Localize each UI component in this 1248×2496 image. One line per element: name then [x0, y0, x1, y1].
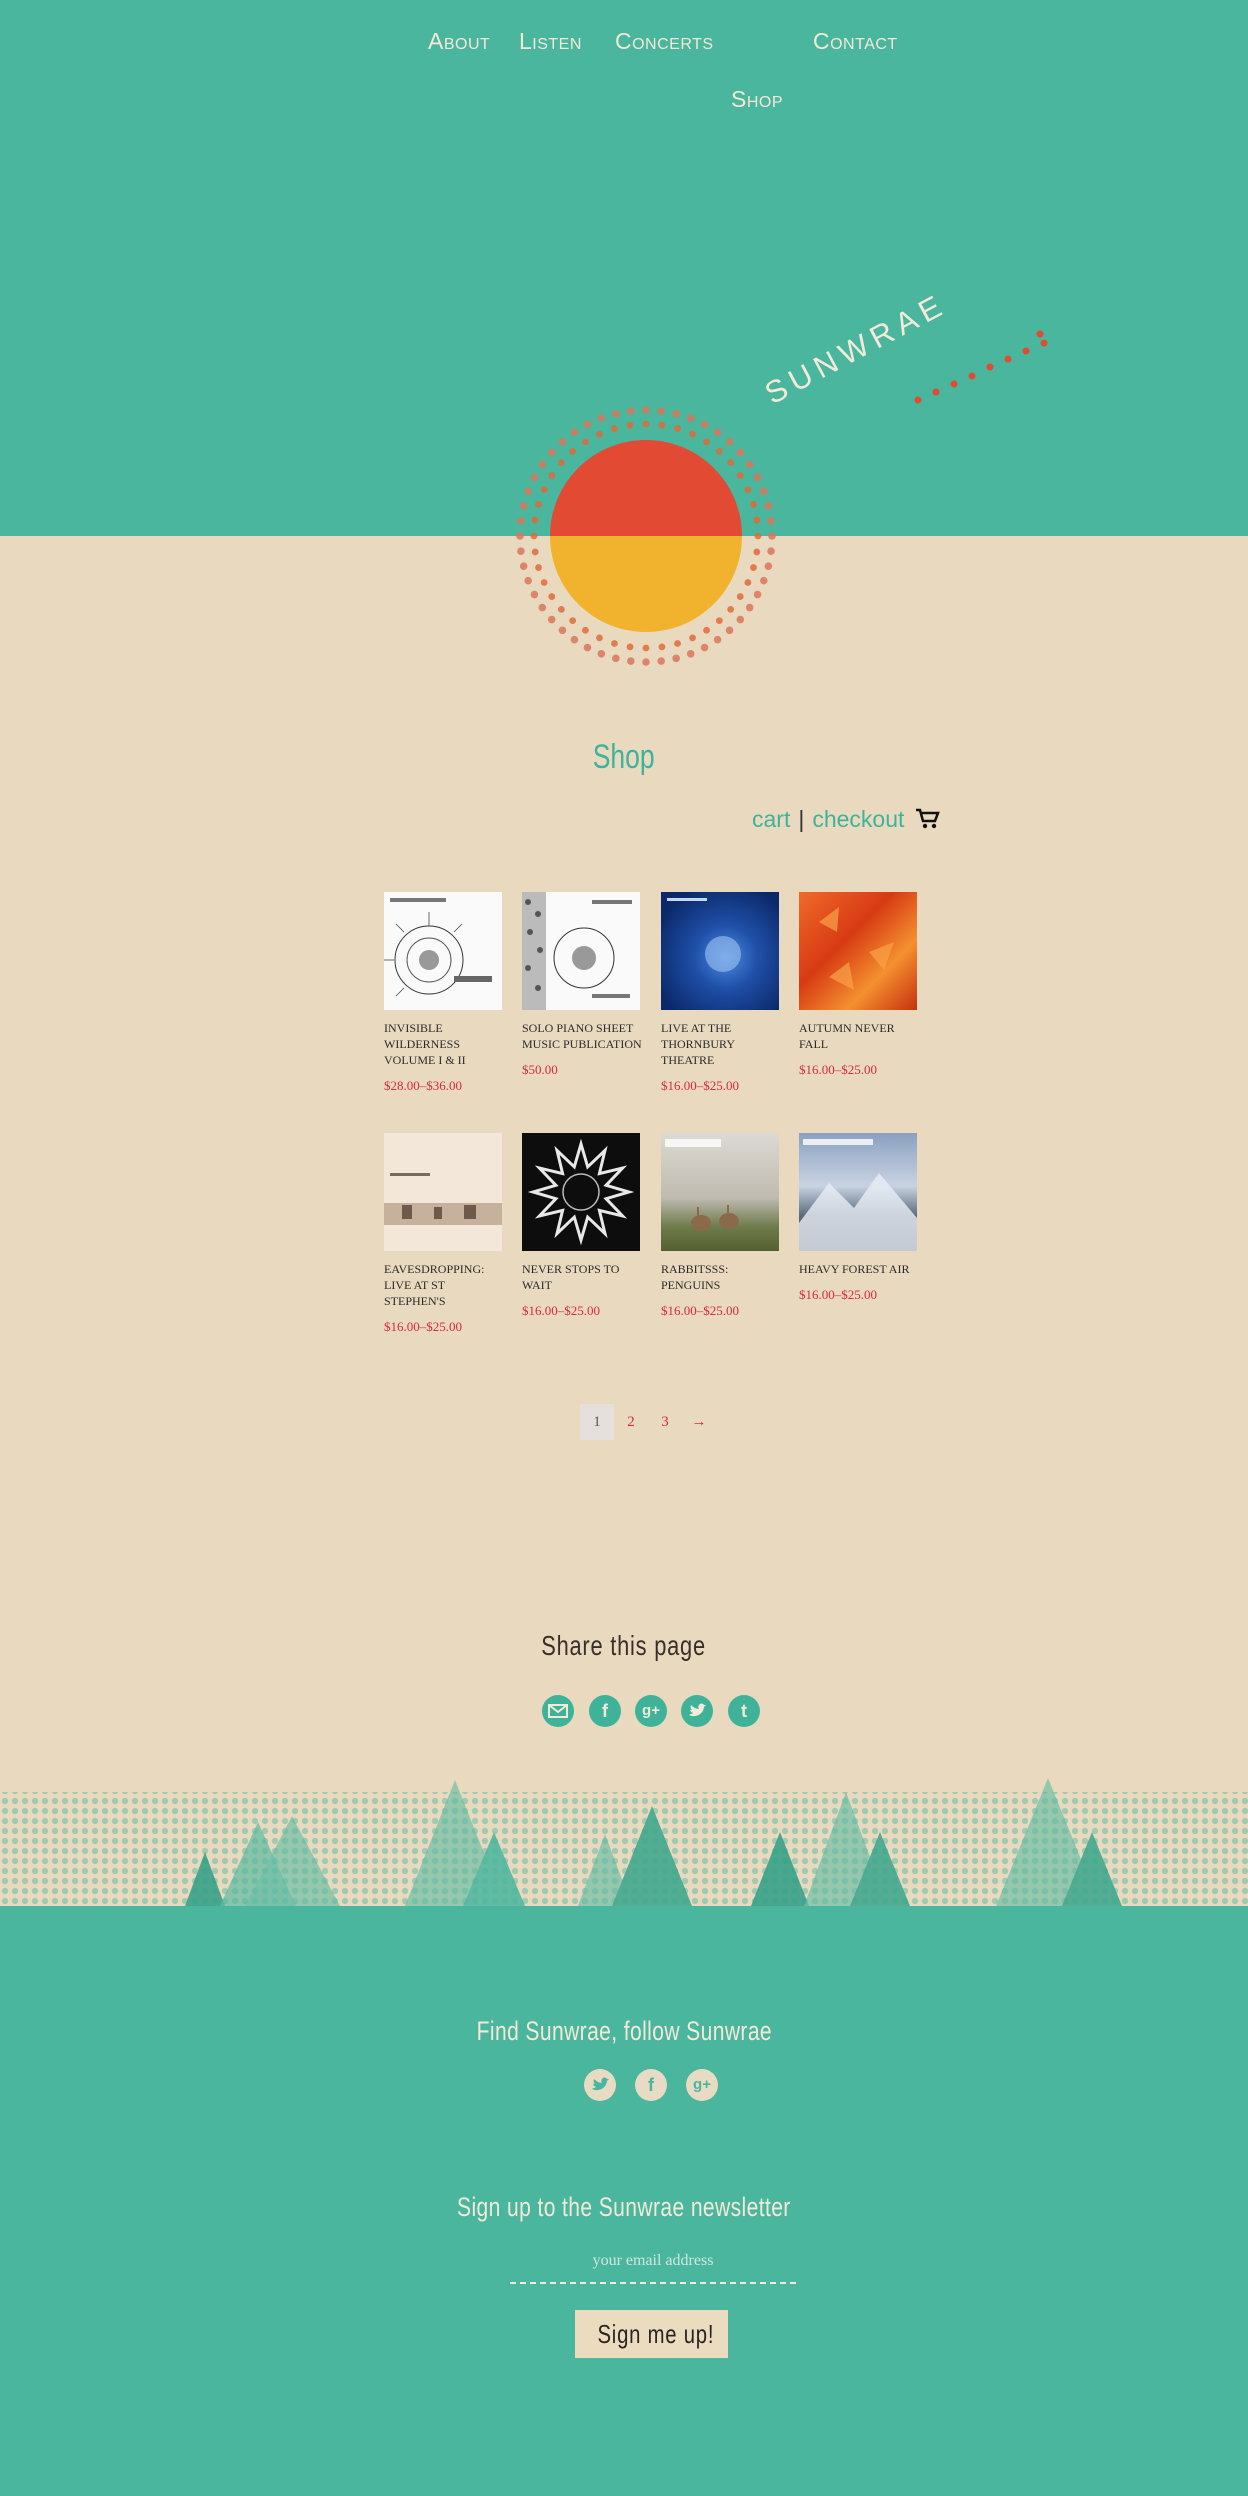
nav-concerts[interactable]: Concerts	[615, 28, 714, 55]
product-name[interactable]: SOLO PIANO SHEET MUSIC PUBLICATION	[522, 1020, 642, 1052]
product-price: $16.00–$25.00	[661, 1303, 739, 1318]
email-field[interactable]	[510, 2240, 796, 2284]
product-card[interactable]: NEVER STOPS TO WAIT $16.00–$25.00	[522, 1133, 642, 1319]
newsletter-title: Sign up to the Sunwrae newsletter	[457, 2192, 791, 2222]
product-price: $16.00–$25.00	[799, 1287, 877, 1302]
product-card[interactable]: EAVESDROPPING: LIVE AT ST STEPHEN'S $16.…	[384, 1133, 504, 1335]
product-thumbnail[interactable]	[522, 892, 640, 1010]
product-thumbnail[interactable]	[799, 892, 917, 1010]
google-plus-icon[interactable]: g+	[635, 1695, 667, 1727]
product-name[interactable]: RABBITSSS: PENGUINS	[661, 1261, 781, 1293]
product-name[interactable]: HEAVY FOREST AIR	[799, 1261, 919, 1277]
twitter-icon[interactable]	[681, 1695, 713, 1727]
product-name[interactable]: LIVE AT THE THORNBURY THEATRE	[661, 1020, 781, 1068]
product-thumbnail[interactable]	[661, 1133, 779, 1251]
cart-links: cart | checkout	[752, 806, 941, 833]
product-thumbnail[interactable]	[384, 1133, 502, 1251]
email-icon[interactable]	[542, 1695, 574, 1727]
product-card[interactable]: RABBITSSS: PENGUINS $16.00–$25.00	[661, 1133, 781, 1319]
follow-title: Find Sunwrae, follow Sunwrae	[476, 2016, 772, 2046]
product-card[interactable]: HEAVY FOREST AIR $16.00–$25.00	[799, 1133, 919, 1303]
twitter-icon[interactable]	[584, 2069, 616, 2101]
product-card[interactable]: AUTUMN NEVER FALL $16.00–$25.00	[799, 892, 919, 1078]
product-price: $28.00–$36.00	[384, 1078, 462, 1093]
product-name[interactable]: NEVER STOPS TO WAIT	[522, 1261, 642, 1293]
signup-button[interactable]: Sign me up!	[575, 2310, 728, 2358]
product-card[interactable]: INVISIBLE WILDERNESS VOLUME I & II $28.0…	[384, 892, 504, 1094]
nav-shop[interactable]: Shop	[731, 86, 783, 113]
product-thumbnail[interactable]	[799, 1133, 917, 1251]
page-3-link[interactable]: 3	[648, 1404, 682, 1440]
product-price: $16.00–$25.00	[661, 1078, 739, 1093]
tumblr-icon[interactable]: t	[728, 1695, 760, 1727]
product-price: $16.00–$25.00	[384, 1319, 462, 1334]
brand-dot-trail	[914, 330, 1048, 404]
product-price: $16.00–$25.00	[522, 1303, 600, 1318]
product-card[interactable]: SOLO PIANO SHEET MUSIC PUBLICATION $50.0…	[522, 892, 642, 1078]
product-thumbnail[interactable]	[661, 892, 779, 1010]
google-plus-icon[interactable]: g+	[686, 2069, 718, 2101]
product-thumbnail[interactable]	[522, 1133, 640, 1251]
share-title: Share this page	[541, 1630, 707, 1661]
product-card[interactable]: LIVE AT THE THORNBURY THEATRE $16.00–$25…	[661, 892, 781, 1094]
nav-contact[interactable]: Contact	[813, 28, 898, 55]
page-title: Shop	[593, 738, 655, 776]
cart-link[interactable]: cart	[752, 806, 790, 832]
next-page-link[interactable]: →	[682, 1404, 716, 1440]
product-price: $50.00	[522, 1062, 558, 1077]
product-thumbnail[interactable]	[384, 892, 502, 1010]
facebook-icon[interactable]: f	[635, 2069, 667, 2101]
pagination: 1 2 3 →	[580, 1404, 716, 1440]
nav-listen[interactable]: Listen	[519, 28, 582, 55]
nav-about[interactable]: About	[428, 28, 490, 55]
product-name[interactable]: AUTUMN NEVER FALL	[799, 1020, 919, 1052]
product-price: $16.00–$25.00	[799, 1062, 877, 1077]
page-2-link[interactable]: 2	[614, 1404, 648, 1440]
shopping-cart-icon[interactable]	[915, 808, 941, 830]
cart-separator: |	[798, 806, 805, 832]
facebook-icon[interactable]: f	[589, 1695, 621, 1727]
checkout-link[interactable]: checkout	[812, 806, 904, 832]
sun-logo[interactable]	[508, 400, 788, 680]
mountain-divider	[0, 1778, 1248, 1908]
product-name[interactable]: EAVESDROPPING: LIVE AT ST STEPHEN'S	[384, 1261, 504, 1309]
page-1-current[interactable]: 1	[580, 1404, 614, 1440]
product-name[interactable]: INVISIBLE WILDERNESS VOLUME I & II	[384, 1020, 504, 1068]
